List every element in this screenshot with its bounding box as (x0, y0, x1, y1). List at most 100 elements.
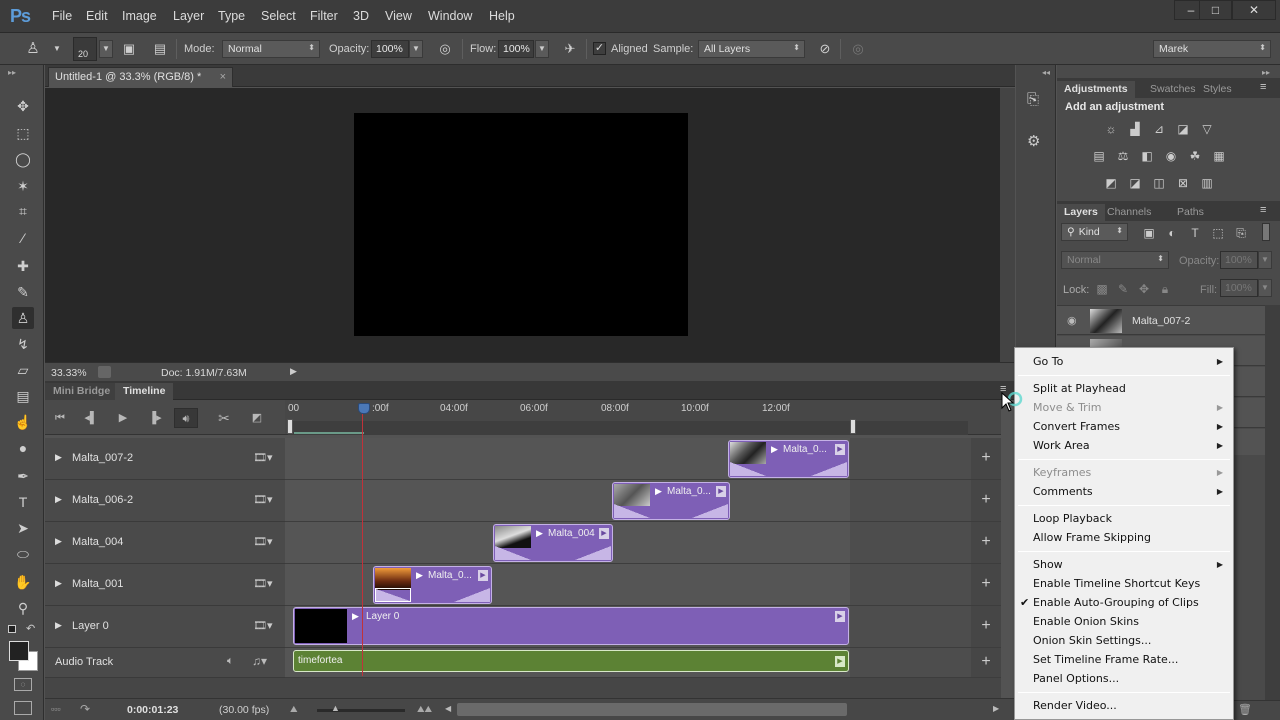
menu-item-render-video[interactable]: Render Video... (1015, 697, 1233, 716)
fade-in-handle[interactable] (375, 588, 411, 602)
track-header[interactable]: ▶ Malta_006-2 🎞︎▾ (45, 480, 285, 522)
menu-item-go-to[interactable]: Go To ▶ (1015, 353, 1233, 372)
zoom-out-icon[interactable]: ⛰ (290, 704, 298, 715)
brush-size-dropdown[interactable]: ▼ (99, 40, 113, 58)
expand-track-icon[interactable]: ▶ (55, 620, 62, 631)
black-white-icon[interactable]: ◧ (1139, 149, 1155, 163)
menu-filter[interactable]: Filter (310, 9, 338, 23)
menu-help[interactable]: Help (489, 9, 515, 23)
work-area-bar[interactable] (288, 421, 968, 435)
photo-filter-icon[interactable]: ◉ (1163, 149, 1179, 163)
clip-menu-icon[interactable]: ▶ (352, 611, 359, 622)
clone-source-panel-icon[interactable]: ▣ (120, 41, 138, 57)
fade-in-handle[interactable] (614, 504, 650, 518)
track-header[interactable]: ▶ Layer 0 🎞︎▾ (45, 606, 285, 648)
play-button[interactable]: ▶ (112, 408, 134, 428)
filter-pixel-icon[interactable]: ▣ (1141, 226, 1157, 240)
menu-edit[interactable]: Edit (86, 9, 108, 23)
maximize-button[interactable]: □ (1199, 0, 1232, 20)
fade-out-handle[interactable] (811, 462, 847, 476)
ellipse-tool[interactable]: ⬭ (12, 543, 34, 565)
filter-shape-icon[interactable]: ⬚ (1210, 226, 1226, 240)
tab-channels[interactable]: Channels (1100, 204, 1158, 221)
track-header[interactable]: ▶ Malta_001 🎞︎▾ (45, 564, 285, 606)
threshold-icon[interactable]: ◫ (1151, 176, 1167, 190)
default-colors-icon[interactable] (8, 625, 16, 633)
hue-saturation-icon[interactable]: ▤ (1091, 149, 1107, 163)
canvas[interactable] (354, 113, 688, 336)
menu-window[interactable]: Window (428, 9, 472, 23)
fade-in-handle[interactable] (730, 462, 766, 476)
color-balance-icon[interactable]: ⚖ (1115, 149, 1131, 163)
sample-select[interactable]: All Layers ⬍ (698, 40, 805, 58)
marquee-tool[interactable]: ⬚ (12, 122, 34, 144)
track-header[interactable]: ▶ Malta_007-2 🎞︎▾ (45, 438, 285, 480)
menu-file[interactable]: File (52, 9, 72, 23)
visibility-eye-icon[interactable]: ◉ (1067, 314, 1077, 327)
vibrance-icon[interactable]: ▽ (1199, 122, 1215, 136)
timeline-hscrollbar[interactable] (457, 703, 847, 716)
fill-input[interactable]: 100% (1220, 279, 1258, 297)
exposure-icon[interactable]: ◪ (1175, 122, 1191, 136)
clip-menu-icon[interactable]: ▶ (655, 486, 662, 497)
split-at-playhead-button[interactable]: ✂ (213, 408, 235, 428)
gradient-tool[interactable]: ▤ (12, 385, 34, 407)
tab-adjustments[interactable]: Adjustments (1057, 81, 1135, 98)
film-strip-icon[interactable]: 🎞︎▾ (253, 451, 273, 464)
chevron-down-icon[interactable]: ▼ (48, 41, 66, 57)
menu-item-onion-skin-settings[interactable]: Onion Skin Settings... (1015, 632, 1233, 651)
menu-type[interactable]: Type (218, 9, 245, 23)
film-strip-icon[interactable]: 🎞︎▾ (253, 493, 273, 506)
delete-layer-icon[interactable]: 🗑︎ (1238, 703, 1252, 716)
convert-to-frame-animation-icon[interactable]: ▫▫▫ (51, 704, 61, 714)
history-brush-tool[interactable]: ↯ (12, 333, 34, 355)
flow-dropdown[interactable]: ▼ (535, 40, 549, 58)
layer-opacity-dropdown[interactable]: ▼ (1258, 251, 1272, 269)
clip-menu-icon[interactable]: ▶ (771, 444, 778, 455)
selective-color-icon[interactable]: ⊠ (1175, 176, 1191, 190)
invert-icon[interactable]: ◩ (1103, 176, 1119, 190)
menu-item-split-at-playhead[interactable]: Split at Playhead (1015, 380, 1233, 399)
magic-wand-tool[interactable]: ✶ (12, 175, 34, 197)
tab-styles[interactable]: Styles (1196, 81, 1239, 98)
document-tab[interactable]: Untitled-1 @ 33.3% (RGB/8) * × (48, 67, 233, 87)
workspace-select[interactable]: Marek ⬍ (1153, 40, 1271, 58)
layer-filter-select[interactable]: ⚲ Kind ⬍ (1061, 223, 1128, 241)
ignore-adjustment-layers-icon[interactable]: ⊘ (816, 41, 834, 57)
speaker-icon[interactable]: 🔈︎ (227, 655, 234, 668)
video-clip[interactable]: ▶ Malta_0... ▶ (728, 440, 849, 478)
brush-tool[interactable]: ✎ (12, 281, 34, 303)
opacity-input[interactable]: 100% (371, 40, 409, 58)
eraser-tool[interactable]: ▱ (12, 359, 34, 381)
document-scrollbar[interactable] (1000, 88, 1015, 362)
type-tool[interactable]: T (12, 491, 34, 513)
airbrush-icon[interactable]: ✈ (561, 41, 579, 57)
clip-end-arrow-icon[interactable]: ▶ (835, 656, 845, 667)
lock-image-icon[interactable]: ✎ (1115, 282, 1131, 296)
clip-end-arrow-icon[interactable]: ▶ (835, 444, 845, 455)
zoom-tool[interactable]: ⚲ (12, 597, 34, 619)
channel-mixer-icon[interactable]: ☘ (1187, 149, 1203, 163)
brightness-contrast-icon[interactable]: ☼ (1103, 122, 1119, 136)
go-to-first-frame-button[interactable]: ⏮ (49, 408, 71, 428)
next-frame-button[interactable]: ▐▸ (144, 408, 166, 428)
clip-menu-icon[interactable]: ▶ (536, 528, 543, 539)
curves-icon[interactable]: ⊿ (1151, 122, 1167, 136)
pressure-size-icon[interactable]: ◎ (849, 41, 867, 57)
add-audio-icon[interactable]: + (971, 648, 1001, 678)
music-note-icon[interactable]: ♫▾ (252, 654, 267, 668)
close-tab-icon[interactable]: × (220, 71, 226, 83)
brush-panel-icon[interactable]: ▤ (151, 41, 169, 57)
audio-track-header[interactable]: Audio Track 🔈︎ ♫▾ (45, 648, 285, 678)
scroll-left-icon[interactable]: ◀ (445, 704, 451, 713)
video-clip[interactable]: ▶ Layer 0 ▶ (293, 607, 849, 645)
filter-type-icon[interactable]: T (1187, 226, 1203, 240)
video-clip[interactable]: ▶ Malta_0... ▶ (612, 482, 730, 520)
zoom-slider-thumb[interactable]: ▲ (331, 703, 340, 713)
collapse-dock-icon[interactable]: ◂◂ (1042, 68, 1050, 77)
blur-tool[interactable]: ☝ (12, 411, 34, 433)
menu-layer[interactable]: Layer (173, 9, 204, 23)
menu-item-enable-timeline-shortcut-keys[interactable]: Enable Timeline Shortcut Keys (1015, 575, 1233, 594)
add-media-icon[interactable]: + (971, 438, 1001, 480)
menu-item-panel-options[interactable]: Panel Options... (1015, 670, 1233, 689)
